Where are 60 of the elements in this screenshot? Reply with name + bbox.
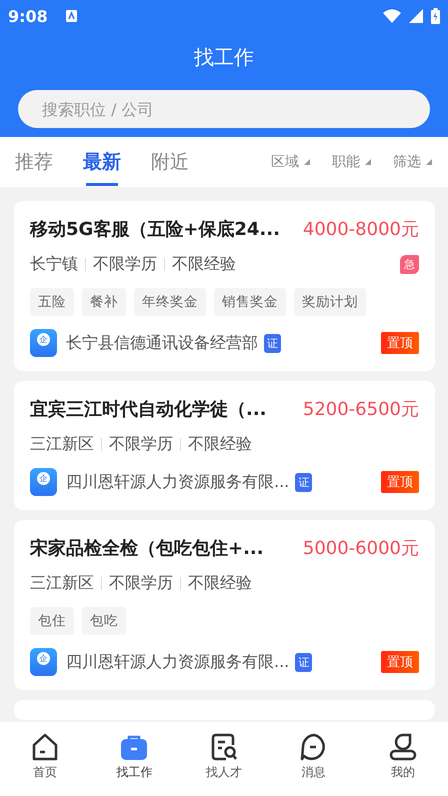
job-requirement: 不限经验 [172,254,236,275]
nav-tab[interactable]: 找人才 [179,722,269,796]
signal-icon [409,9,423,23]
job-requirement: 三江新区 [30,434,94,455]
nav-tab[interactable]: 首页 [0,722,90,796]
job-requirement: 不限学历 [109,434,173,455]
pinned-badge: 置顶 [381,651,419,673]
benefit-tag: 年终奖金 [134,288,206,316]
verified-badge: 证 [295,652,312,672]
job-card[interactable]: 移动5G客服（五险+保底24... 4000-8000元 长宁镇 不限学历 不限经验 急 五险 餐补 年终奖金 销售奖金 奖励计划 企 长宁县信德通讯设备经营部 证 置顶 [14,201,435,371]
urgent-badge: 急 [400,255,419,274]
company-logo: 企 [30,329,57,357]
tab[interactable]: 推荐 [15,137,53,187]
status-time: 9:08 [8,6,48,26]
filter-dropdown[interactable]: 区域 [271,153,310,171]
company-name: 四川恩轩源人力资源服务有限... [66,472,290,492]
filter-dropdown[interactable]: 职能 [332,153,371,171]
tab[interactable]: 最新 [83,137,121,187]
job-requirement: 三江新区 [30,573,94,594]
nav-tab[interactable]: 消息 [268,722,358,796]
job-requirement: 长宁镇 [30,254,78,275]
job-card[interactable]: 宋家品检全检（包吃包住+... 5000-6000元 三江新区 不限学历 不限经验 包住 包吃 企 四川恩轩源人力资源服务有限... 证 置顶 [14,520,435,690]
verified-badge: 证 [295,472,312,492]
page-title: 找工作 [193,44,255,70]
company-logo: 企 [30,648,57,676]
verified-badge: 证 [264,334,281,352]
caret-icon [426,159,432,165]
notification-icon [66,10,77,22]
job-requirement: 不限学历 [93,254,157,275]
pinned-badge: 置顶 [381,471,419,493]
filter-dropdown[interactable]: 筛选 [393,153,432,171]
job-title: 宜宾三江时代自动化学徒（... [30,398,267,421]
tab[interactable]: 附近 [151,137,189,187]
pinned-badge: 置顶 [381,332,419,354]
job-card[interactable]: 宜宾三江时代自动化学徒（... 5200-6500元 三江新区 不限学历 不限经验 企 四川恩轩源人力资源服务有限... 证 置顶 [14,381,435,510]
job-requirement: 不限经验 [188,573,252,594]
caret-icon [365,159,371,165]
benefit-tag: 奖励计划 [294,288,366,316]
person-icon [388,732,418,762]
job-title: 宋家品检全检（包吃包住+... [30,537,264,560]
company-name: 四川恩轩源人力资源服务有限... [66,652,290,672]
nav-tab[interactable]: 找工作 [90,722,180,796]
benefit-tag: 五险 [30,288,74,316]
wifi-icon [383,9,401,23]
company-name: 长宁县信德通讯设备经营部 [66,332,258,354]
benefit-tag: 销售奖金 [214,288,286,316]
benefit-tag: 包住 [30,607,74,635]
job-requirement: 不限学历 [109,573,173,594]
nav-tab[interactable]: 我的 [358,722,448,796]
salary: 5000-6000元 [302,537,419,560]
caret-icon [304,159,310,165]
search-field[interactable]: 搜索职位 / 公司 [18,90,430,128]
job-title: 移动5G客服（五险+保底24... [30,218,280,241]
company-logo: 企 [30,468,57,496]
salary: 5200-6500元 [302,398,419,421]
job-requirement: 不限经验 [188,434,252,455]
salary: 4000-8000元 [302,218,419,241]
battery-icon [431,8,440,24]
benefit-tag: 包吃 [82,607,126,635]
benefit-tag: 餐补 [82,288,126,316]
